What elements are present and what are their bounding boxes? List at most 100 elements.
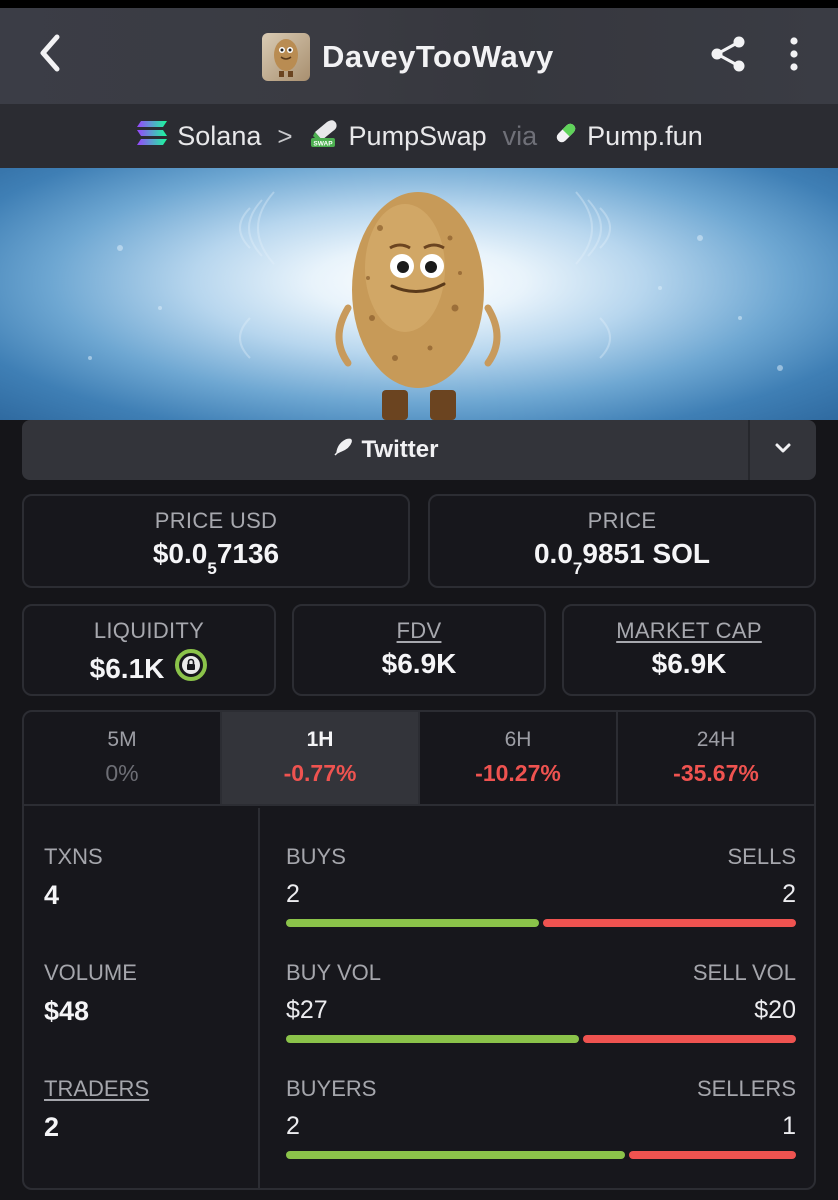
- price-label: PRICE: [587, 508, 657, 533]
- dex-label: PumpSwap: [348, 120, 487, 151]
- txns-metric: TXNS 4: [44, 844, 103, 911]
- launchpad-label: Pump.fun: [587, 120, 703, 151]
- tab-change-value: 0%: [105, 760, 139, 786]
- socials-bar: Twitter: [22, 420, 816, 480]
- tab-label: 24H: [696, 728, 736, 751]
- network-link[interactable]: Solana: [135, 119, 261, 154]
- volume-metric: VOLUME $48: [44, 960, 137, 1027]
- pill-icon: [553, 120, 579, 153]
- sellers-bar-fill: [629, 1151, 796, 1159]
- token-banner-image: [0, 168, 838, 420]
- more-options-button[interactable]: [776, 34, 812, 78]
- buys-label: BUYS: [286, 844, 346, 869]
- sellers-label: SELLERS: [696, 1076, 796, 1101]
- summary-column: TXNS 4 VOLUME $48 TRADERS 2: [24, 808, 260, 1188]
- volume-label: VOLUME: [44, 960, 137, 985]
- buy-vol-label: BUY VOL: [286, 960, 381, 985]
- price-usd-prefix: $0.0: [152, 538, 208, 569]
- buys-sells-bar: [286, 919, 796, 927]
- launchpad-link[interactable]: Pump.fun: [553, 120, 703, 153]
- buyers-label: BUYERS: [286, 1076, 377, 1101]
- tab-5m[interactable]: 5M 0%: [24, 712, 222, 804]
- network-label: Solana: [177, 120, 262, 151]
- sell-vol-value: $20: [754, 996, 796, 1024]
- fdv-label[interactable]: FDV: [294, 618, 544, 644]
- market-cap-label[interactable]: MARKET CAP: [564, 618, 814, 644]
- liquidity-label: LIQUIDITY: [93, 618, 205, 643]
- svg-text:SWAP: SWAP: [313, 140, 333, 147]
- buys-value: 2: [286, 880, 300, 908]
- traders-metric: TRADERS 2: [44, 1076, 149, 1143]
- buyers-value: 2: [286, 1112, 300, 1140]
- token-avatar: [262, 33, 310, 81]
- traders-label[interactable]: TRADERS: [44, 1076, 149, 1102]
- tab-change-value: -0.77%: [283, 760, 357, 786]
- tab-change-value: -10.27%: [475, 760, 561, 786]
- price-suffix: 9851 SOL: [582, 538, 711, 569]
- twitter-label: Twitter: [361, 436, 439, 463]
- market-cap-box[interactable]: MARKET CAP $6.9K: [562, 604, 816, 696]
- tab-6h[interactable]: 6H -10.27%: [420, 712, 618, 804]
- chevron-left-icon: [37, 33, 63, 78]
- chevron-right-icon: >: [277, 120, 293, 151]
- back-button[interactable]: [28, 30, 72, 80]
- price-native-box: PRICE 0.079851 SOL: [428, 494, 816, 588]
- more-vertical-icon: [789, 36, 799, 77]
- share-button[interactable]: [706, 34, 750, 78]
- feather-icon: [332, 436, 354, 465]
- fdv-box[interactable]: FDV $6.9K: [292, 604, 546, 696]
- price-usd-suffix: 7136: [216, 538, 280, 569]
- chain-breadcrumb: Solana > SWAP PumpSwap via Pump.fun: [0, 104, 838, 168]
- liquidity-value-row: $6.1K: [24, 648, 274, 689]
- txns-label: TXNS: [44, 844, 103, 869]
- stats-panel: 5M 0% 1H -0.77% 6H -10.27% 24H -35.67% T…: [22, 710, 816, 1190]
- buyers-sellers-bar: [286, 1151, 796, 1159]
- tab-change-value: -35.67%: [673, 760, 759, 786]
- pumpswap-icon: SWAP: [309, 118, 341, 155]
- socials-dropdown-button[interactable]: [748, 420, 816, 480]
- potato-mascot: [335, 192, 501, 420]
- buyers-bar-fill: [286, 1151, 626, 1159]
- lock-icon[interactable]: [174, 648, 208, 689]
- top-header: DaveyTooWavy: [0, 8, 838, 104]
- solana-icon: [135, 119, 169, 154]
- volume-value: $48: [44, 996, 90, 1026]
- sell-vol-label: SELL VOL: [692, 960, 796, 985]
- twitter-link[interactable]: Twitter: [22, 420, 748, 480]
- sells-bar-fill: [543, 919, 796, 927]
- fdv-value: $6.9K: [381, 648, 457, 679]
- tab-label: 6H: [504, 728, 532, 751]
- price-subscript: 7: [572, 558, 583, 578]
- buy-sell-volume-row: BUY VOL SELL VOL $27 $20: [286, 960, 796, 1043]
- sell-vol-bar-fill: [583, 1035, 796, 1043]
- token-title: DaveyTooWavy: [262, 32, 554, 82]
- chevron-down-icon: [774, 441, 792, 459]
- volume-bar: [286, 1035, 796, 1043]
- buys-bar-fill: [286, 919, 539, 927]
- tab-24h[interactable]: 24H -35.67%: [618, 712, 814, 804]
- buy-vol-bar-fill: [286, 1035, 580, 1043]
- price-usd-subscript: 5: [207, 558, 217, 578]
- price-usd-label: PRICE USD: [154, 508, 278, 533]
- timeframe-tabs: 5M 0% 1H -0.77% 6H -10.27% 24H -35.67%: [24, 712, 814, 806]
- buyers-sellers-row: BUYERS SELLERS 2 1: [286, 1076, 796, 1159]
- sellers-value: 1: [782, 1112, 796, 1140]
- price-native-value: 0.079851 SOL: [430, 538, 814, 578]
- liquidity-value: $6.1K: [89, 652, 165, 684]
- sells-value: 2: [782, 880, 796, 908]
- market-cap-value: $6.9K: [651, 648, 727, 679]
- share-icon: [708, 34, 748, 79]
- buy-vol-value: $27: [286, 996, 328, 1024]
- sells-label: SELLS: [727, 844, 797, 869]
- dex-link[interactable]: SWAP PumpSwap: [309, 118, 487, 155]
- txns-value: 4: [44, 880, 60, 910]
- price-usd-box: PRICE USD $0.057136: [22, 494, 410, 588]
- traders-value: 2: [44, 1112, 60, 1142]
- price-usd-value: $0.057136: [24, 538, 408, 578]
- price-prefix: 0.0: [533, 538, 573, 569]
- via-text: via: [502, 120, 538, 151]
- liquidity-box: LIQUIDITY $6.1K: [22, 604, 276, 696]
- buys-sells-row: BUYS SELLS 2 2: [286, 844, 796, 927]
- tab-label: 5M: [107, 728, 137, 751]
- tab-1h[interactable]: 1H -0.77%: [222, 712, 420, 804]
